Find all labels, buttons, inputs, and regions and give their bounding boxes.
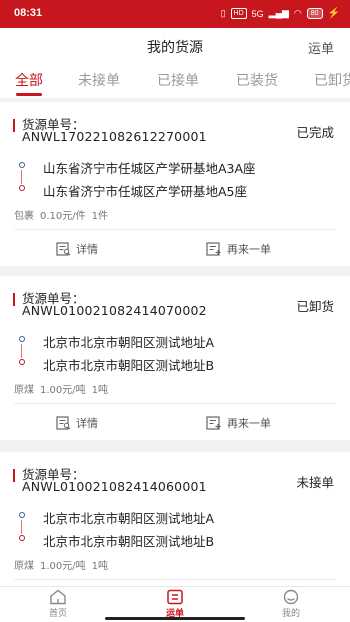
home-icon <box>50 589 66 605</box>
status-time: 08:31 <box>14 7 43 19</box>
reorder-button[interactable]: 再来一单 <box>206 415 271 431</box>
reorder-label: 再来一单 <box>227 243 271 256</box>
destination-address: 北京市北京市朝阳区测试地址B <box>43 358 215 373</box>
order-status: 已完成 <box>296 125 334 140</box>
order-number: ANWL010021082414060001 <box>22 479 207 494</box>
order-number: ANWL010021082414070002 <box>22 303 207 318</box>
reorder-icon <box>206 242 221 256</box>
app-header: 我的货源 运单 <box>0 28 350 64</box>
cell-bars-icon: ▂▄▆ <box>268 8 289 18</box>
order-card[interactable]: 货源单号： ANWL010021082414070002 已卸货 北京市北京市朝… <box>0 276 350 440</box>
destination-address: 山东省济宁市任城区产学研基地A5座 <box>43 184 248 199</box>
reorder-button[interactable]: 再来一单 <box>206 241 271 257</box>
route-line <box>21 520 22 534</box>
route: 北京市北京市朝阳区测试地址A 北京市北京市朝阳区测试地址B <box>16 508 336 549</box>
order-status: 未接单 <box>296 475 334 490</box>
origin-dot-icon <box>19 336 25 342</box>
card-divider <box>14 229 336 230</box>
goods-name: 包裹 <box>14 211 34 222</box>
origin-dot-icon <box>19 512 25 518</box>
card-accent-bar <box>13 293 15 306</box>
status-icons: ▯ HD 5G ▂▄▆ ◠ 80 ⚡ <box>221 8 340 19</box>
page-title: 我的货源 <box>147 40 203 56</box>
home-indicator <box>105 617 245 620</box>
order-status: 已卸货 <box>296 299 334 314</box>
profile-icon <box>283 589 299 605</box>
detail-button[interactable]: 详情 <box>56 241 98 257</box>
order-card[interactable]: 货源单号： ANWL010021082414060001 未接单 北京市北京市朝… <box>0 452 350 586</box>
tabbar-item-home[interactable]: 首页 <box>28 589 88 619</box>
goods-info: 原煤 1.00元/吨 1吨 <box>14 381 114 396</box>
goods-name: 原煤 <box>14 561 34 572</box>
destination-dot-icon <box>19 535 25 541</box>
reorder-icon <box>206 416 221 430</box>
route-line <box>21 344 22 358</box>
status-tabs: 全部 未接单 已接单 已装货 已卸货 <box>0 64 350 98</box>
goods-info: 原煤 1.00元/吨 1吨 <box>14 557 114 572</box>
destination-dot-icon <box>19 359 25 365</box>
waybill-link[interactable]: 运单 <box>308 38 334 57</box>
tabbar-item-waybill[interactable]: 运单 <box>145 589 205 619</box>
tab-all[interactable]: 全部 <box>15 70 43 90</box>
goods-info: 包裹 0.10元/件 1件 <box>14 207 114 222</box>
route: 北京市北京市朝阳区测试地址A 北京市北京市朝阳区测试地址B <box>16 332 336 373</box>
order-number: ANWL170221082612270001 <box>22 129 207 144</box>
battery-icon: 80 <box>306 8 323 19</box>
origin-address: 北京市北京市朝阳区测试地址A <box>43 511 215 526</box>
waybill-icon <box>167 589 183 605</box>
tab-not-accepted[interactable]: 未接单 <box>78 70 120 90</box>
detail-label: 详情 <box>76 417 98 430</box>
card-divider <box>14 579 336 580</box>
signal-icon: 5G <box>251 8 264 19</box>
goods-price: 1.00元/吨 <box>40 561 86 572</box>
tab-unloaded[interactable]: 已卸货 <box>314 70 350 90</box>
destination-dot-icon <box>19 185 25 191</box>
card-accent-bar <box>13 119 15 132</box>
goods-name: 原煤 <box>14 385 34 396</box>
charging-icon: ⚡ <box>327 8 340 19</box>
origin-address: 北京市北京市朝阳区测试地址A <box>43 335 215 350</box>
detail-label: 详情 <box>76 243 98 256</box>
goods-price: 1.00元/吨 <box>40 385 86 396</box>
order-card[interactable]: 货源单号： ANWL170221082612270001 已完成 山东省济宁市任… <box>0 102 350 266</box>
goods-qty: 1吨 <box>91 385 109 396</box>
tabbar-item-profile[interactable]: 我的 <box>261 589 321 619</box>
goods-qty: 1吨 <box>91 561 109 572</box>
tab-accepted[interactable]: 已接单 <box>157 70 199 90</box>
tab-loaded[interactable]: 已装货 <box>236 70 278 90</box>
wifi-icon: ◠ <box>293 8 302 18</box>
tabbar-label: 我的 <box>281 609 300 619</box>
goods-price: 0.10元/件 <box>40 211 86 222</box>
origin-address: 山东省济宁市任城区产学研基地A3A座 <box>43 161 256 176</box>
route: 山东省济宁市任城区产学研基地A3A座 山东省济宁市任城区产学研基地A5座 <box>16 158 336 199</box>
tabbar-label: 首页 <box>48 609 67 619</box>
detail-icon <box>56 416 71 430</box>
route-line <box>21 170 22 184</box>
reorder-label: 再来一单 <box>227 417 271 430</box>
origin-dot-icon <box>19 162 25 168</box>
detail-button[interactable]: 详情 <box>56 415 98 431</box>
hd-icon: HD <box>230 8 247 19</box>
goods-qty: 1件 <box>91 211 109 222</box>
card-accent-bar <box>13 469 15 482</box>
detail-icon <box>56 242 71 256</box>
card-divider <box>14 403 336 404</box>
destination-address: 北京市北京市朝阳区测试地址B <box>43 534 215 549</box>
status-bar: 08:31 ▯ HD 5G ▂▄▆ ◠ 80 ⚡ <box>0 0 350 28</box>
vibrate-icon: ▯ <box>220 8 226 18</box>
active-tab-indicator <box>16 93 42 96</box>
